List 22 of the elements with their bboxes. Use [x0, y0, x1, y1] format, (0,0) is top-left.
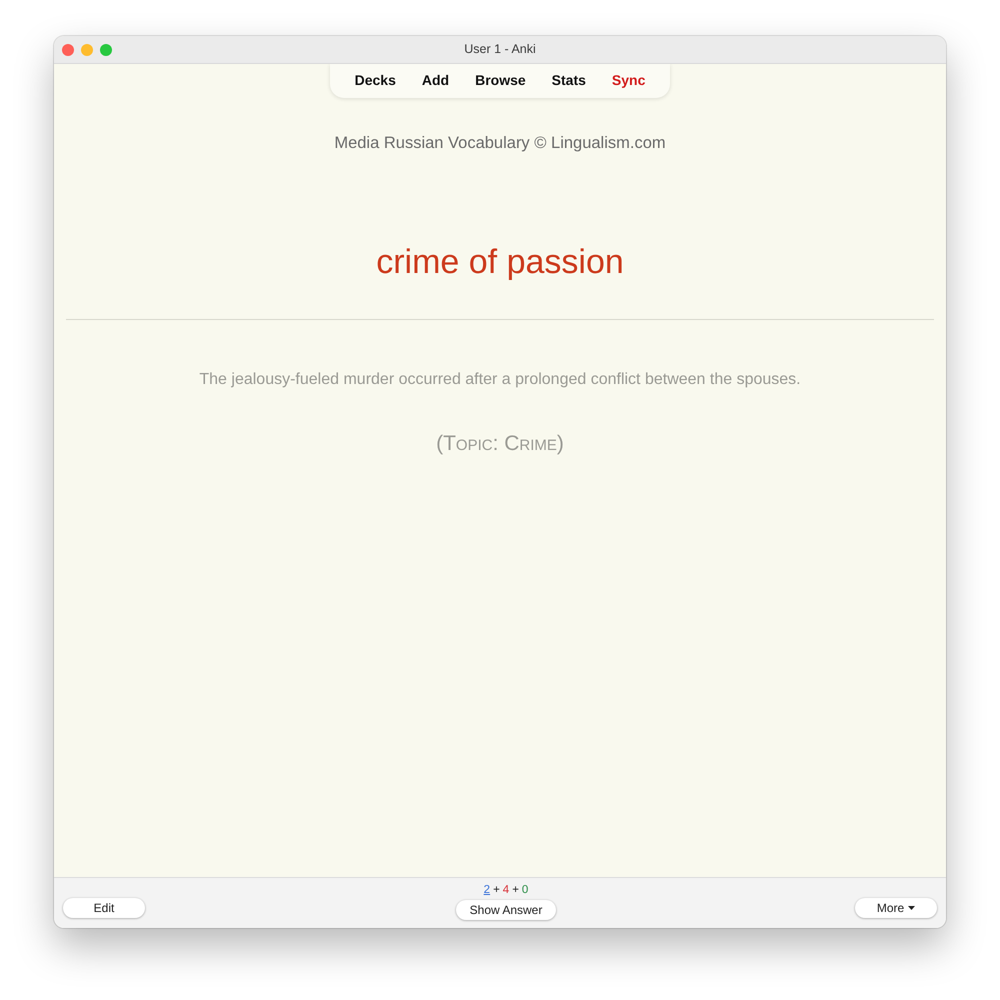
- toolbar-link[interactable]: Browse: [462, 66, 539, 94]
- zoom-icon[interactable]: [100, 44, 112, 56]
- show-answer-button[interactable]: Show Answer: [456, 900, 556, 920]
- card-count: 2: [484, 883, 490, 897]
- toolbar-link[interactable]: Stats: [538, 66, 599, 94]
- card-count: 4: [502, 883, 510, 897]
- edit-button[interactable]: Edit: [63, 898, 145, 918]
- toolbar-link[interactable]: Add: [408, 66, 462, 94]
- more-button[interactable]: More: [855, 898, 937, 918]
- plus-separator: +: [493, 883, 500, 897]
- card-count: 0: [522, 883, 528, 897]
- plus-separator: +: [512, 883, 519, 897]
- card-front: crime of passion: [376, 242, 624, 282]
- minimize-icon[interactable]: [81, 44, 93, 56]
- toolbar-link[interactable]: Sync: [598, 66, 658, 94]
- toolbar-link[interactable]: Decks: [342, 66, 409, 94]
- deck-credit: Media Russian Vocabulary © Lingualism.com: [334, 133, 666, 154]
- close-icon[interactable]: [62, 44, 74, 56]
- caret-icon: [908, 906, 916, 910]
- window-title: User 1 - Anki: [464, 41, 536, 58]
- topic-label: (Topic: Crime): [436, 430, 564, 457]
- example-sentence: The jealousy-fueled murder occurred after a prolonged conflict between the spouses.: [199, 370, 801, 390]
